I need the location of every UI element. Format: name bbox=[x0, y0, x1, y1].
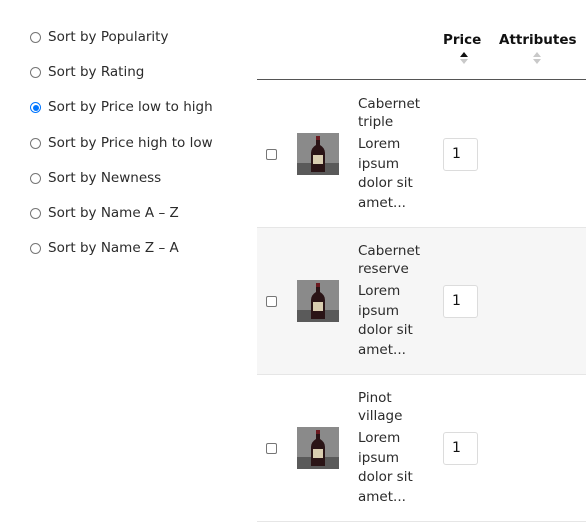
sort-option-rating[interactable]: Sort by Rating bbox=[30, 63, 213, 98]
sort-option-label: Sort by Rating bbox=[48, 64, 145, 81]
sort-descending-icon bbox=[533, 59, 541, 64]
column-header-price[interactable]: Price bbox=[443, 31, 481, 50]
product-description: Lorem ipsum dolor sit amet... bbox=[358, 430, 413, 505]
sort-ascending-icon bbox=[533, 52, 541, 57]
radio-button[interactable] bbox=[30, 137, 41, 149]
product-name: Cabernet reserve bbox=[358, 243, 421, 277]
quantity-input[interactable]: 1 bbox=[443, 285, 478, 318]
product-name: Pinot village bbox=[358, 390, 403, 424]
sort-option-label: Sort by Name A – Z bbox=[48, 204, 179, 221]
sort-option-label: Sort by Name Z – A bbox=[48, 240, 179, 257]
sort-option-label: Sort by Newness bbox=[48, 169, 162, 186]
sort-option-label: Sort by Popularity bbox=[48, 29, 169, 45]
radio-button[interactable] bbox=[30, 102, 41, 114]
sort-option-label: Sort by Price low to high bbox=[48, 99, 213, 116]
quantity-input[interactable]: 1 bbox=[443, 432, 478, 465]
product-description: Lorem ipsum dolor sit amet... bbox=[358, 136, 413, 211]
sort-descending-icon bbox=[460, 59, 468, 64]
sort-arrows-icon[interactable] bbox=[459, 52, 469, 64]
wine-bottle-icon bbox=[297, 133, 339, 175]
sort-option-price-high-low[interactable]: Sort by Price high to low bbox=[30, 134, 213, 169]
column-header-attributes[interactable]: Attributes bbox=[499, 31, 577, 50]
sort-option-newness[interactable]: Sort by Newness bbox=[30, 169, 213, 204]
row-checkbox[interactable] bbox=[266, 149, 277, 160]
sort-option-price-low-high[interactable]: Sort by Price low to high bbox=[30, 98, 213, 133]
radio-button[interactable] bbox=[30, 67, 41, 79]
sort-option-name-a-z[interactable]: Sort by Name A – Z bbox=[30, 204, 213, 239]
radio-button[interactable] bbox=[30, 243, 41, 255]
radio-button[interactable] bbox=[30, 172, 41, 184]
row-checkbox[interactable] bbox=[266, 443, 277, 454]
sort-ascending-icon bbox=[460, 52, 468, 57]
product-name: Cabernet triple bbox=[358, 96, 421, 130]
product-description: Lorem ipsum dolor sit amet... bbox=[358, 283, 413, 358]
wine-bottle-icon bbox=[297, 280, 339, 322]
sort-option-popularity[interactable]: Sort by Popularity bbox=[30, 28, 213, 63]
sort-options: Sort by Popularity Sort by Rating Sort b… bbox=[30, 28, 213, 274]
table-row: Cabernet triple Lorem ipsum dolor sit am… bbox=[257, 81, 586, 228]
radio-button[interactable] bbox=[30, 207, 41, 219]
sort-option-label: Sort by Price high to low bbox=[48, 134, 213, 151]
radio-button[interactable] bbox=[30, 32, 41, 43]
header-divider bbox=[257, 79, 586, 80]
sort-option-name-z-a[interactable]: Sort by Name Z – A bbox=[30, 239, 213, 274]
quantity-input[interactable]: 1 bbox=[443, 138, 478, 171]
table-row: Pinot village Lorem ipsum dolor sit amet… bbox=[257, 375, 586, 522]
table-row: Cabernet reserve Lorem ipsum dolor sit a… bbox=[257, 228, 586, 375]
wine-bottle-icon bbox=[297, 427, 339, 469]
sort-arrows-icon[interactable] bbox=[532, 52, 542, 64]
row-checkbox[interactable] bbox=[266, 296, 277, 307]
